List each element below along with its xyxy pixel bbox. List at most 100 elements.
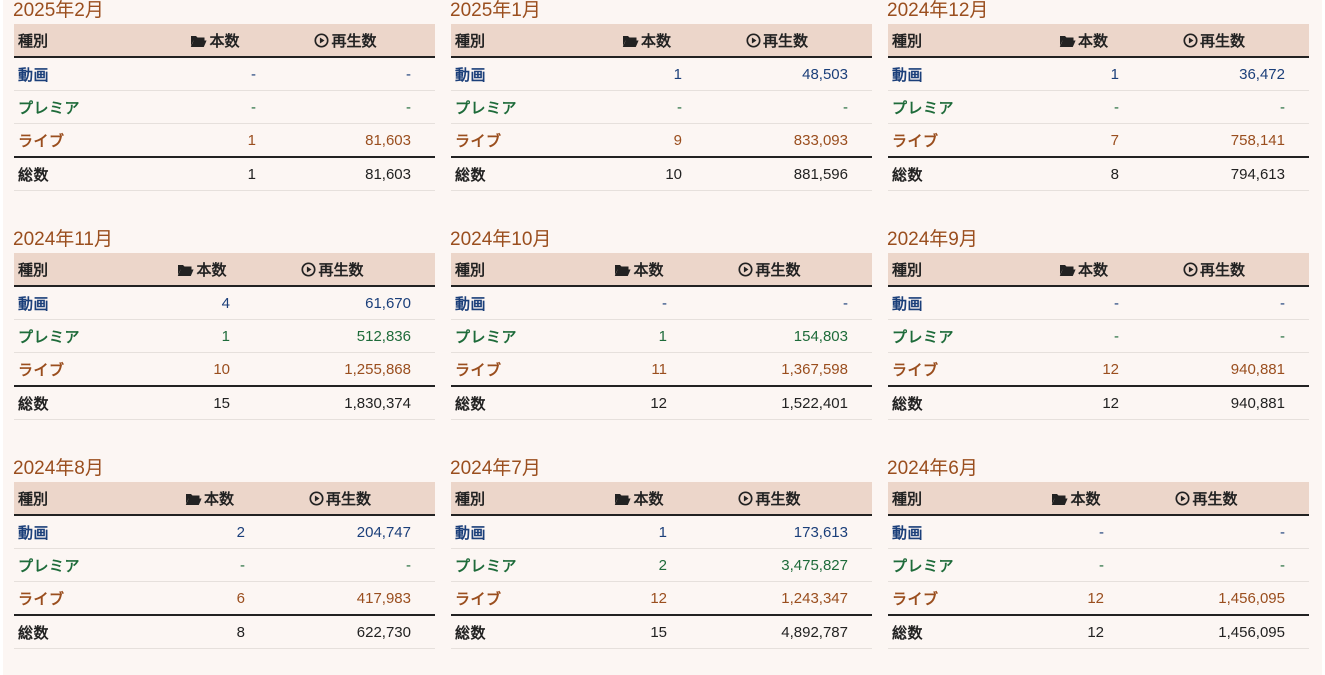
total-views-value: 794,613 xyxy=(1119,156,1309,191)
views-column-header: 再生数 xyxy=(667,482,872,516)
premiere-count-value: 2 xyxy=(611,548,667,582)
live-row: ライブ 7 758,141 xyxy=(888,123,1309,158)
count-column-label: 本数 xyxy=(1077,261,1108,279)
total-type-label: 総数 xyxy=(14,385,174,420)
live-row: ライブ 1 81,603 xyxy=(14,123,435,158)
views-column-label: 再生数 xyxy=(1199,261,1245,279)
video-views-value: - xyxy=(256,57,435,91)
type-column-header: 種別 xyxy=(14,482,174,516)
video-row: 動画 1 48,503 xyxy=(451,57,872,91)
video-views-value: - xyxy=(1119,286,1309,320)
monthly-stats-table: 種別 本数 再生数 動画 1 173,613 プレミア 2 3,475,827 ライブ 12 1,24… xyxy=(451,482,872,649)
live-row: ライブ 9 833,093 xyxy=(451,123,872,158)
month-title: 2025年1月 xyxy=(450,0,541,21)
premiere-count-value: - xyxy=(174,548,245,582)
views-column-header: 再生数 xyxy=(667,253,872,287)
total-row: 総数 12 1,456,095 xyxy=(888,614,1309,649)
live-count-value: 1 xyxy=(174,123,256,158)
live-type-label: ライブ xyxy=(451,581,611,616)
views-column-label: 再生数 xyxy=(1192,490,1238,508)
video-views-value: 36,472 xyxy=(1119,57,1309,91)
live-views-value: 81,603 xyxy=(256,123,435,158)
premiere-row: プレミア - - xyxy=(888,548,1309,582)
premiere-type-label: プレミア xyxy=(14,319,174,353)
folder-open-icon xyxy=(1059,35,1076,47)
premiere-row: プレミア 1 512,836 xyxy=(14,319,435,353)
live-row: ライブ 12 940,881 xyxy=(888,352,1309,387)
count-column-label: 本数 xyxy=(196,261,227,279)
count-column-header: 本数 xyxy=(174,253,230,287)
views-column-label: 再生数 xyxy=(755,490,801,508)
table-header-row: 種別 本数 再生数 xyxy=(14,24,435,58)
premiere-row: プレミア 2 3,475,827 xyxy=(451,548,872,582)
video-type-label: 動画 xyxy=(14,286,174,320)
total-row: 総数 8 794,613 xyxy=(888,156,1309,191)
folder-open-icon xyxy=(615,264,632,276)
live-count-value: 12 xyxy=(611,581,667,616)
folder-open-icon xyxy=(615,493,632,505)
count-column-header: 本数 xyxy=(174,24,256,58)
total-views-value: 940,881 xyxy=(1119,385,1309,420)
monthly-stats-table: 種別 本数 再生数 動画 1 36,472 プレミア - - ライブ 7 758,141 総数 8 794,… xyxy=(888,24,1309,191)
video-views-value: - xyxy=(1104,515,1309,549)
video-count-value: - xyxy=(1048,515,1104,549)
premiere-row: プレミア 1 154,803 xyxy=(451,319,872,353)
premiere-views-value: - xyxy=(682,90,872,124)
premiere-type-label: プレミア xyxy=(888,90,1048,124)
type-column-header: 種別 xyxy=(888,482,1048,516)
live-views-value: 1,243,347 xyxy=(667,581,872,616)
total-row: 総数 10 881,596 xyxy=(451,156,872,191)
video-views-value: 204,747 xyxy=(245,515,435,549)
premiere-count-value: - xyxy=(1048,90,1119,124)
premiere-count-value: - xyxy=(1048,548,1104,582)
play-circle-icon xyxy=(1183,261,1198,277)
live-views-value: 758,141 xyxy=(1119,123,1309,158)
views-column-label: 再生数 xyxy=(755,261,801,279)
count-column-header: 本数 xyxy=(1048,482,1104,516)
views-column-header: 再生数 xyxy=(230,253,435,287)
monthly-stats-page: 2025年2月 種別 本数 再生数 動画 - - プレミア - - ライブ 1 81,603 総数 1 81,… xyxy=(3,0,1322,675)
count-column-header: 本数 xyxy=(1048,253,1119,287)
monthly-stats-table: 種別 本数 再生数 動画 1 48,503 プレミア - - ライブ 9 833,093 総数 10 881… xyxy=(451,24,872,191)
folder-open-icon xyxy=(1059,264,1076,276)
premiere-type-label: プレミア xyxy=(451,548,611,582)
live-count-value: 7 xyxy=(1048,123,1119,158)
premiere-row: プレミア - - xyxy=(14,548,435,582)
live-row: ライブ 6 417,983 xyxy=(14,581,435,616)
count-column-header: 本数 xyxy=(611,24,682,58)
month-title: 2024年9月 xyxy=(887,229,978,250)
count-column-label: 本数 xyxy=(209,32,240,50)
total-views-value: 622,730 xyxy=(245,614,435,649)
premiere-views-value: 512,836 xyxy=(230,319,435,353)
views-column-label: 再生数 xyxy=(331,32,377,50)
premiere-row: プレミア - - xyxy=(14,90,435,124)
video-row: 動画 1 36,472 xyxy=(888,57,1309,91)
premiere-views-value: - xyxy=(256,90,435,124)
views-column-header: 再生数 xyxy=(1104,482,1309,516)
live-type-label: ライブ xyxy=(14,581,174,616)
live-count-value: 9 xyxy=(611,123,682,158)
month-title: 2024年8月 xyxy=(13,458,104,479)
premiere-type-label: プレミア xyxy=(451,319,611,353)
views-column-header: 再生数 xyxy=(1119,24,1309,58)
video-type-label: 動画 xyxy=(451,515,611,549)
live-type-label: ライブ xyxy=(14,352,174,387)
premiere-row: プレミア - - xyxy=(888,319,1309,353)
type-column-header: 種別 xyxy=(14,24,174,58)
premiere-count-value: - xyxy=(611,90,682,124)
type-column-header: 種別 xyxy=(888,253,1048,287)
live-count-value: 12 xyxy=(1048,581,1104,616)
video-count-value: - xyxy=(174,57,256,91)
premiere-count-value: 1 xyxy=(611,319,667,353)
live-type-label: ライブ xyxy=(888,352,1048,387)
total-count-value: 8 xyxy=(1048,156,1119,191)
views-column-label: 再生数 xyxy=(762,32,808,50)
table-header-row: 種別 本数 再生数 xyxy=(888,482,1309,516)
live-row: ライブ 10 1,255,868 xyxy=(14,352,435,387)
count-column-label: 本数 xyxy=(1070,490,1101,508)
premiere-row: プレミア - - xyxy=(451,90,872,124)
video-type-label: 動画 xyxy=(14,515,174,549)
total-count-value: 12 xyxy=(611,385,667,420)
total-type-label: 総数 xyxy=(888,614,1048,649)
total-row: 総数 12 940,881 xyxy=(888,385,1309,420)
